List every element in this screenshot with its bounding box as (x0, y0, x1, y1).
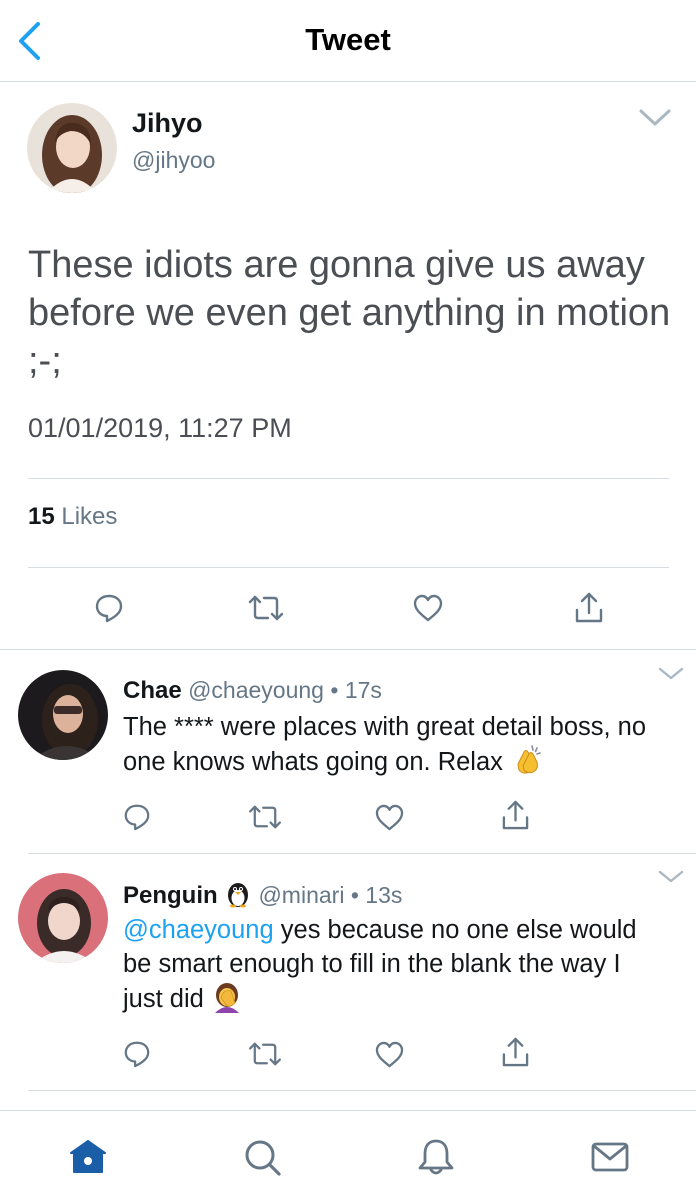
share-button[interactable] (501, 1037, 530, 1068)
search-icon (245, 1140, 281, 1176)
separator-dot: • (350, 882, 359, 908)
reply-header: Penguin @minari • 13s (123, 880, 402, 910)
divider (28, 1090, 696, 1091)
woman-facepalming-icon (211, 981, 243, 1013)
retweet-icon (249, 805, 281, 829)
penguin-icon (224, 880, 252, 908)
retweet-button[interactable] (248, 804, 282, 830)
reply-icon (95, 594, 123, 623)
clapping-hands-icon (510, 744, 542, 776)
top-bar: Tweet (0, 0, 696, 82)
chevron-down-icon (658, 667, 684, 680)
reply-options-button[interactable] (658, 870, 684, 884)
avatar[interactable] (18, 873, 108, 963)
bottom-nav (0, 1110, 696, 1200)
heart-icon (375, 804, 404, 831)
reply-age: 17s (344, 677, 382, 703)
avatar[interactable] (18, 670, 108, 760)
reply-author-handle[interactable]: @chaeyoung (188, 677, 324, 703)
reply-text: @chaeyoung yes because no one else would… (123, 913, 663, 1016)
likes-count[interactable]: 15 Likes (28, 503, 117, 531)
mention-link[interactable]: @chaeyoung (123, 916, 274, 944)
reply-author-handle[interactable]: @minari (258, 882, 344, 908)
reply-button[interactable] (123, 1040, 151, 1068)
page-title: Tweet (305, 22, 391, 57)
share-icon (502, 800, 529, 830)
chevron-down-icon (658, 870, 684, 883)
separator-dot: • (330, 677, 339, 703)
divider (28, 853, 696, 854)
reply-header: Chae @chaeyoung • 17s (123, 677, 382, 705)
tweet-text: These idiots are gonna give us away befo… (28, 244, 671, 382)
tweet-options-button[interactable] (638, 108, 672, 128)
reply-text-content: The **** were places with great detail b… (123, 713, 647, 776)
retweet-icon (249, 1042, 281, 1066)
reply-icon (124, 804, 150, 831)
like-button[interactable] (375, 1041, 404, 1068)
retweet-button[interactable] (248, 594, 284, 622)
divider (0, 649, 696, 650)
messages-icon (591, 1142, 629, 1172)
share-icon (575, 592, 603, 623)
like-button[interactable] (413, 594, 443, 622)
likes-number: 15 (28, 503, 55, 530)
tweet-timestamp: 01/01/2019, 11:27 PM (28, 413, 292, 443)
nav-home[interactable] (68, 1137, 108, 1177)
author-handle[interactable]: @jihyoo (132, 147, 215, 174)
like-button[interactable] (375, 804, 404, 831)
likes-label: Likes (61, 503, 118, 530)
home-icon (70, 1140, 106, 1173)
share-button[interactable] (501, 800, 530, 831)
retweet-icon (248, 595, 284, 621)
reply-button[interactable] (123, 803, 151, 831)
reply-icon (124, 1041, 150, 1068)
share-button[interactable] (574, 592, 604, 624)
nav-messages[interactable] (590, 1137, 630, 1177)
nav-notifications[interactable] (416, 1137, 456, 1177)
nav-search[interactable] (242, 1137, 282, 1177)
retweet-button[interactable] (248, 1041, 282, 1067)
reply-options-button[interactable] (658, 667, 684, 681)
reply-author-name[interactable]: Penguin (123, 882, 218, 909)
reply-text: The **** were places with great detail b… (123, 710, 683, 779)
divider (28, 567, 669, 568)
notifications-icon (418, 1139, 454, 1175)
heart-icon (413, 594, 443, 622)
heart-icon (375, 1041, 404, 1068)
author-name[interactable]: Jihyo (132, 108, 203, 139)
reply-button[interactable] (94, 593, 124, 623)
reply-age: 13s (365, 882, 403, 908)
reply-author-name[interactable]: Chae (123, 677, 182, 704)
share-icon (502, 1037, 529, 1067)
avatar[interactable] (27, 103, 117, 193)
chevron-down-icon (639, 109, 671, 126)
divider (28, 478, 669, 479)
